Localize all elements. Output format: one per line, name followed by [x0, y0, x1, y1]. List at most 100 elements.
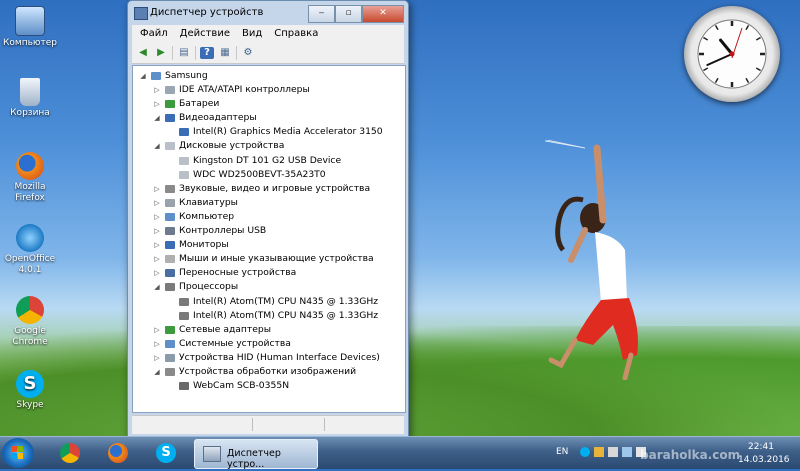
collapse-icon[interactable]: ◢	[153, 139, 161, 153]
taskbar-firefox[interactable]	[98, 441, 138, 465]
tree-category[interactable]: ▷ Контроллеры USB	[133, 224, 405, 238]
tree-device[interactable]: WebCam SCB-0355N	[133, 379, 405, 393]
tree-category[interactable]: ◢ Видеоадаптеры	[133, 111, 405, 125]
tree-category[interactable]: ▷ Переносные устройства	[133, 266, 405, 280]
view-icon[interactable]: ▦	[218, 47, 232, 59]
tree-item-label: Kingston DT 101 G2 USB Device	[193, 154, 342, 166]
menu-view[interactable]: Вид	[236, 25, 268, 43]
expand-icon[interactable]: ▷	[153, 196, 161, 210]
processor-icon	[165, 283, 175, 292]
scan-hardware-icon[interactable]: ⚙	[241, 47, 255, 59]
expand-icon[interactable]: ▷	[153, 97, 161, 111]
expand-icon[interactable]: ▷	[153, 337, 161, 351]
taskbar-chrome[interactable]	[50, 441, 90, 465]
toolbar: ◀ ▶ ▤ ? ▦ ⚙	[132, 43, 404, 64]
computer-icon	[165, 212, 175, 221]
tree-category[interactable]: ▷ Батареи	[133, 97, 405, 111]
skype-icon: S	[16, 370, 44, 398]
tree-category[interactable]: ▷ Мониторы	[133, 238, 405, 252]
properties-icon[interactable]: ▤	[177, 47, 191, 59]
tree-category[interactable]: ▷ Компьютер	[133, 210, 405, 224]
expand-icon[interactable]: ▷	[153, 224, 161, 238]
desktop-icon-label: Корзина	[10, 108, 50, 118]
collapse-icon[interactable]: ◢	[153, 280, 161, 294]
firefox-icon	[108, 443, 128, 463]
tray-battery-icon[interactable]	[608, 447, 618, 457]
tree-category[interactable]: ▷ Клавиатуры	[133, 196, 405, 210]
chrome-icon	[16, 296, 44, 324]
tree-item-label: Процессоры	[179, 281, 239, 293]
expand-icon[interactable]: ▷	[153, 323, 161, 337]
expand-icon[interactable]: ▷	[153, 182, 161, 196]
close-button[interactable]: ✕	[362, 5, 404, 23]
taskbar-device-manager[interactable]: Диспетчер устро...	[194, 439, 318, 470]
tree-device[interactable]: Kingston DT 101 G2 USB Device	[133, 154, 405, 168]
desktop-icon-firefox[interactable]: Mozilla Firefox	[0, 152, 60, 204]
tray-flag-icon[interactable]	[594, 447, 604, 457]
ide-controller-icon	[165, 86, 175, 95]
tree-category[interactable]: ▷ Сетевые адаптеры	[133, 323, 405, 337]
device-manager-icon	[203, 446, 221, 462]
menu-help[interactable]: Справка	[268, 25, 324, 43]
start-button[interactable]	[2, 438, 34, 468]
clock-date[interactable]: 14.03.2016	[738, 455, 790, 465]
mouse-icon	[165, 255, 175, 264]
device-manager-window[interactable]: Диспетчер устройств ‒ ▫ ✕ Файл Действие …	[127, 0, 409, 438]
back-arrow-icon[interactable]: ◀	[136, 47, 150, 59]
tree-category[interactable]: ▷ IDE ATA/ATAPI контроллеры	[133, 83, 405, 97]
tree-category[interactable]: ▷ Звуковые, видео и игровые устройства	[133, 182, 405, 196]
tray-network-icon[interactable]	[622, 447, 632, 457]
system-device-icon	[165, 339, 175, 348]
tree-device[interactable]: Intel(R) Atom(TM) CPU N435 @ 1.33GHz	[133, 295, 405, 309]
desktop-icon-skype[interactable]: S Skype	[0, 370, 60, 411]
tree-item-label: Переносные устройства	[179, 267, 297, 279]
tree-category[interactable]: ▷ Системные устройства	[133, 337, 405, 351]
expand-icon[interactable]: ▷	[153, 238, 161, 252]
taskbar-skype[interactable]: S	[146, 441, 186, 465]
expand-icon[interactable]: ▷	[153, 210, 161, 224]
collapse-icon[interactable]: ◢	[139, 69, 147, 83]
desktop-icon-chrome[interactable]: Google Chrome	[0, 296, 60, 348]
tree-device[interactable]: WDC WD2500BEVT-35A23T0	[133, 168, 405, 182]
menu-file[interactable]: Файл	[134, 25, 174, 43]
expand-icon[interactable]: ▷	[153, 252, 161, 266]
menu-action[interactable]: Действие	[174, 25, 236, 43]
desktop-icon-openoffice[interactable]: OpenOffice 4.0.1	[0, 224, 60, 276]
computer-icon	[151, 72, 161, 80]
tree-category[interactable]: ◢ Устройства обработки изображений	[133, 365, 405, 379]
device-tree[interactable]: ◢ Samsung ▷ IDE ATA/ATAPI контроллеры ▷ Батар…	[132, 65, 406, 413]
clock-time[interactable]: 22:41	[748, 442, 774, 452]
desktop-icon-recycle-bin[interactable]: Корзина	[0, 78, 60, 119]
expand-icon[interactable]: ▷	[153, 266, 161, 280]
desktop-icon-label: Mozilla Firefox	[14, 182, 46, 203]
help-icon[interactable]: ?	[200, 47, 214, 59]
chrome-icon	[60, 443, 80, 463]
forward-arrow-icon[interactable]: ▶	[154, 47, 168, 59]
collapse-icon[interactable]: ◢	[153, 365, 161, 379]
imaging-device-icon	[165, 367, 175, 376]
tree-item-label: Intel(R) Atom(TM) CPU N435 @ 1.33GHz	[193, 309, 379, 321]
tree-device[interactable]: Intel(R) Atom(TM) CPU N435 @ 1.33GHz	[133, 309, 405, 323]
portable-device-icon	[165, 269, 175, 278]
tree-root[interactable]: ◢ Samsung	[133, 69, 405, 83]
status-bar	[132, 415, 404, 434]
expand-icon[interactable]: ▷	[153, 83, 161, 97]
clock-gadget[interactable]	[684, 6, 780, 102]
tree-device[interactable]: Intel(R) Graphics Media Accelerator 3150	[133, 125, 405, 139]
tree-category[interactable]: ◢ Дисковые устройства	[133, 139, 405, 153]
caption-buttons: ‒ ▫ ✕	[308, 5, 404, 23]
language-indicator[interactable]: EN	[556, 447, 568, 457]
tree-category[interactable]: ◢ Процессоры	[133, 280, 405, 294]
window-titlebar[interactable]: Диспетчер устройств ‒ ▫ ✕	[128, 1, 408, 25]
expand-icon[interactable]: ▷	[153, 351, 161, 365]
maximize-button[interactable]: ▫	[335, 5, 362, 23]
tray-skype-icon[interactable]	[580, 447, 590, 457]
minimize-button[interactable]: ‒	[308, 5, 335, 23]
collapse-icon[interactable]: ◢	[153, 111, 161, 125]
desktop-icon-computer[interactable]: Компьютер	[0, 6, 60, 49]
tree-item-label: WDC WD2500BEVT-35A23T0	[193, 168, 326, 180]
disk-drive-icon	[179, 170, 189, 179]
tree-category[interactable]: ▷ Мыши и иные указывающие устройства	[133, 252, 405, 266]
tree-category[interactable]: ▷ Устройства HID (Human Interface Devices…	[133, 351, 405, 365]
tree-item-label: Системные устройства	[179, 337, 291, 349]
